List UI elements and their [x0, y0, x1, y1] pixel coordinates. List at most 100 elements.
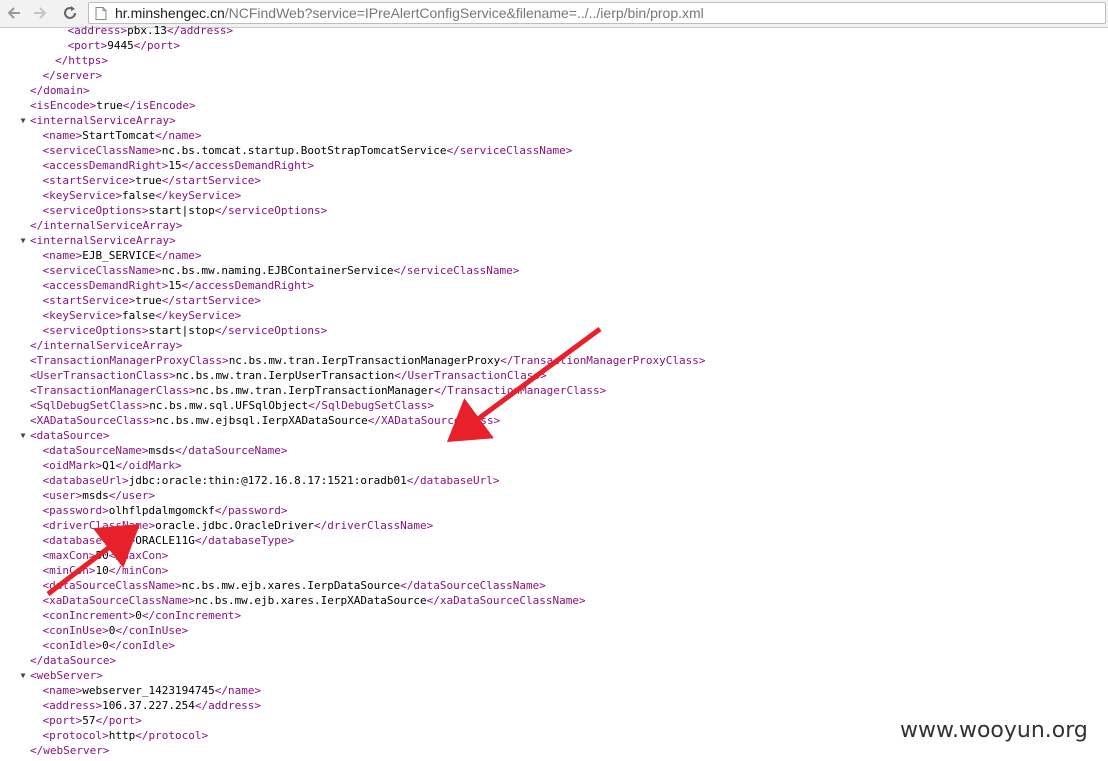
xml-tag: </name> [214, 684, 262, 697]
xml-tag: </password> [214, 504, 288, 517]
xml-line: <dataSourceName>msds</dataSourceName> [43, 443, 288, 458]
xml-tag: <startService> [42, 294, 136, 307]
xml-value: oracle.jdbc.OracleDriver [155, 519, 315, 532]
xml-tag: </xaDataSourceClassName> [426, 594, 586, 607]
xml-line: <serviceOptions>start|stop</serviceOptio… [43, 323, 328, 338]
xml-line: <dataSourceClassName>nc.bs.mw.ejb.xares.… [43, 578, 546, 593]
xml-tag: <xaDataSourceClassName> [42, 594, 195, 607]
xml-tag: <address> [67, 24, 128, 37]
xml-line: <startService>true</startService> [43, 173, 262, 188]
xml-tag: <SqlDebugSetClass> [30, 399, 150, 412]
collapse-toggle-icon[interactable]: ▼ [18, 236, 28, 246]
address-bar[interactable]: hr.minshengec.cn/NCFindWeb?service=IPreA… [88, 2, 1106, 24]
xml-tag: </internalServiceArray> [30, 219, 183, 232]
xml-tag: </databaseType> [194, 534, 295, 547]
xml-line: <dataSource> [30, 428, 109, 443]
xml-line: </domain> [30, 83, 90, 98]
collapse-toggle-icon[interactable]: ▼ [18, 116, 28, 126]
xml-tag: </driverClassName> [314, 519, 434, 532]
xml-tag: </dataSourceClassName> [400, 579, 546, 592]
xml-line: <port>9445</port> [68, 38, 181, 53]
xml-value: ORACLE11G [135, 534, 195, 547]
xml-tag: <serviceOptions> [42, 324, 149, 337]
xml-tag: <internalServiceArray> [30, 114, 176, 127]
xml-value: true [135, 174, 162, 187]
xml-tag: <name> [42, 249, 83, 262]
xml-line: <conInUse>0</conInUse> [43, 623, 189, 638]
xml-tag: </startService> [161, 294, 262, 307]
xml-value: http [108, 729, 136, 742]
xml-line: <accessDemandRight>15</accessDemandRight… [43, 158, 315, 173]
arrow-left-icon[interactable] [4, 3, 24, 23]
xml-tag: </startService> [161, 174, 262, 187]
xml-tag: </XADataSourceClass> [367, 414, 501, 427]
url-text[interactable]: hr.minshengec.cn/NCFindWeb?service=IPreA… [115, 4, 704, 22]
watermark: www.wooyun.org [900, 718, 1088, 743]
xml-value: start|stop [148, 324, 215, 337]
xml-line: <maxCon>50</maxCon> [43, 548, 169, 563]
xml-tag: <isEncode> [30, 99, 97, 112]
xml-tag: <accessDemandRight> [42, 279, 169, 292]
collapse-toggle-icon[interactable]: ▼ [18, 431, 28, 441]
xml-value: 50 [95, 549, 109, 562]
xml-tag: </oidMark> [115, 459, 182, 472]
xml-tag: </serviceClassName> [393, 264, 520, 277]
xml-value: nc.bs.mw.tran.IerpUserTransaction [175, 369, 395, 382]
xml-tag: <internalServiceArray> [30, 234, 176, 247]
xml-value: start|stop [148, 204, 215, 217]
reload-icon[interactable] [60, 3, 80, 23]
xml-line: <XADataSourceClass>nc.bs.mw.ejbsql.IerpX… [30, 413, 500, 428]
xml-value: nc.bs.tomcat.startup.BootStrapTomcatServ… [161, 144, 447, 157]
xml-tag: <dataSourceClassName> [42, 579, 182, 592]
xml-line: <webServer> [30, 668, 103, 683]
xml-value: 10 [95, 564, 109, 577]
xml-tag: <TransactionManagerProxyClass> [30, 354, 229, 367]
xml-value: webserver_1423194745 [82, 684, 215, 697]
xml-line: <name>webserver_1423194745</name> [43, 683, 262, 698]
xml-line: <databaseType>ORACLE11G</databaseType> [43, 533, 295, 548]
xml-tag: </databaseUrl> [406, 474, 500, 487]
xml-line: <conIdle>0</conIdle> [43, 638, 175, 653]
xml-value: nc.bs.mw.tran.IerpTransactionManagerProx… [228, 354, 501, 367]
xml-tag: </serviceClassName> [446, 144, 573, 157]
xml-value: 57 [82, 714, 96, 727]
xml-tag: <keyService> [42, 189, 122, 202]
xml-value: 0 [102, 639, 109, 652]
xml-line: <address>pbx.13</address> [68, 23, 234, 38]
xml-tag: <dataSourceName> [42, 444, 149, 457]
xml-value: EJB_SERVICE [82, 249, 156, 262]
arrow-right-icon[interactable] [30, 3, 50, 23]
xml-tag: </dataSource> [30, 654, 117, 667]
xml-value: StartTomcat [82, 129, 156, 142]
xml-line: <isEncode>true</isEncode> [30, 98, 196, 113]
xml-line: <port>57</port> [43, 713, 142, 728]
xml-line: <xaDataSourceClassName>nc.bs.mw.ejb.xare… [43, 593, 586, 608]
xml-line: <name>StartTomcat</name> [43, 128, 202, 143]
xml-tag: </accessDemandRight> [181, 279, 315, 292]
xml-line: <serviceClassName>nc.bs.tomcat.startup.B… [43, 143, 573, 158]
xml-line: <accessDemandRight>15</accessDemandRight… [43, 278, 315, 293]
xml-line: </webServer> [30, 743, 109, 758]
xml-value: pbx.13 [127, 24, 167, 37]
xml-line: <protocol>http</protocol> [43, 728, 209, 743]
xml-value: 9445 [107, 39, 134, 52]
xml-value: 15 [168, 159, 182, 172]
page-icon [95, 7, 107, 20]
xml-value: true [96, 99, 123, 112]
collapse-toggle-icon[interactable]: ▼ [18, 671, 28, 681]
xml-value: nc.bs.mw.ejbsql.IerpXADataSource [155, 414, 368, 427]
xml-tag: <startService> [42, 174, 136, 187]
xml-tag: </dataSourceName> [174, 444, 288, 457]
xml-tag: <name> [42, 684, 83, 697]
xml-tag: </maxCon> [108, 549, 169, 562]
xml-line: <serviceOptions>start|stop</serviceOptio… [43, 203, 328, 218]
xml-line: <TransactionManagerProxyClass>nc.bs.mw.t… [30, 353, 706, 368]
xml-line: <driverClassName>oracle.jdbc.OracleDrive… [43, 518, 434, 533]
xml-tag: <driverClassName> [42, 519, 156, 532]
xml-tag: </https> [55, 54, 108, 67]
xml-tag: </keyService> [155, 309, 242, 322]
xml-tag: </keyService> [155, 189, 242, 202]
xml-tag: </webServer> [30, 744, 110, 757]
xml-tag: </SqlDebugSetClass> [308, 399, 435, 412]
xml-line: <serviceClassName>nc.bs.mw.naming.EJBCon… [43, 263, 520, 278]
